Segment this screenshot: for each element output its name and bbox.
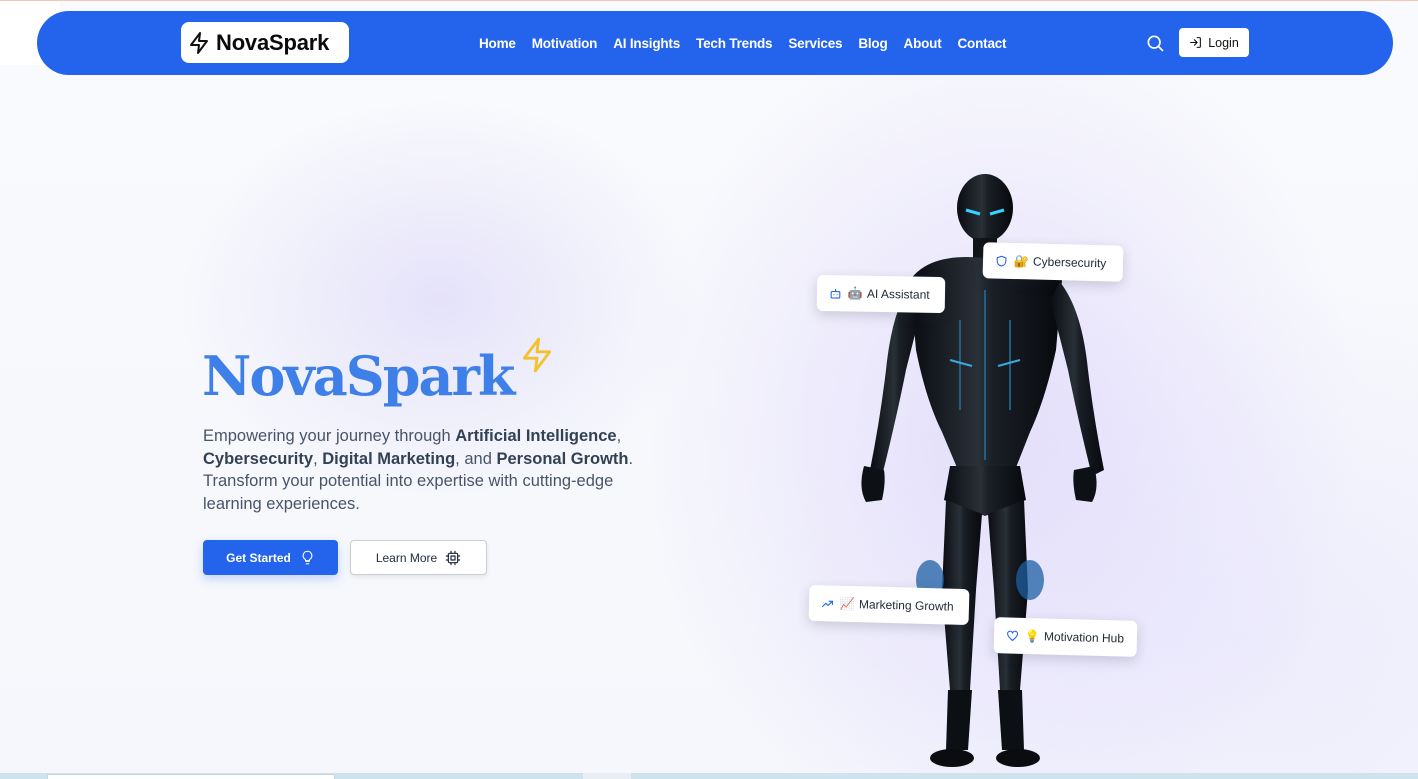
lightbulb-icon — [302, 550, 313, 565]
get-started-button[interactable]: Get Started — [203, 540, 338, 575]
login-label: Login — [1208, 35, 1239, 50]
tag-label: AI Assistant — [866, 286, 930, 302]
desc-highlight-ai: Artificial Intelligence — [455, 427, 617, 445]
login-button[interactable]: Login — [1179, 28, 1249, 57]
get-started-label: Get Started — [226, 550, 291, 565]
tag-emoji: 📈 — [839, 596, 856, 612]
tag-label: Motivation Hub — [1043, 629, 1125, 646]
desc-highlight-cyber: Cybersecurity — [203, 449, 314, 468]
tag-label: Cybersecurity — [1032, 254, 1107, 271]
nav-contact[interactable]: Contact — [958, 36, 1007, 51]
tag-motivation-hub[interactable]: 💡 Motivation Hub — [993, 617, 1138, 657]
bottom-segment — [583, 773, 631, 779]
desc-text: , — [616, 427, 622, 445]
tag-ai-assistant[interactable]: 🤖 AI Assistant — [816, 274, 946, 314]
login-icon — [1190, 37, 1202, 48]
nav-home[interactable]: Home — [479, 36, 516, 51]
learn-more-button[interactable]: Learn More — [350, 540, 487, 575]
tag-label: Marketing Growth — [858, 597, 954, 614]
search-icon — [1147, 35, 1164, 52]
desc-text: , — [313, 449, 323, 468]
tag-cybersecurity[interactable]: 🔐 Cybersecurity — [982, 242, 1124, 282]
desc-text: Empowering your journey through — [203, 427, 456, 445]
bot-icon — [830, 288, 841, 299]
nav-ai-insights[interactable]: AI Insights — [613, 36, 680, 51]
lightning-icon — [522, 337, 552, 373]
nav-about[interactable]: About — [904, 36, 942, 51]
desc-highlight-growth: Personal Growth — [496, 449, 629, 468]
hero-title: NovaSpark — [202, 344, 515, 408]
navbar: NovaSpark Home Motivation AI Insights Te… — [37, 11, 1393, 75]
learn-more-label: Learn More — [375, 550, 438, 565]
tag-emoji: 💡 — [1024, 628, 1041, 644]
bottom-card-edge — [47, 774, 335, 779]
desc-text: , and — [455, 449, 497, 468]
tag-marketing-growth[interactable]: 📈 Marketing Growth — [808, 584, 970, 626]
logo-text: NovaSpark — [216, 29, 330, 55]
trending-up-icon — [822, 600, 834, 607]
nav-blog[interactable]: Blog — [858, 36, 887, 51]
logo[interactable]: NovaSpark — [181, 22, 349, 63]
top-border — [0, 0, 1418, 1]
tag-emoji: 🤖 — [847, 286, 864, 301]
hero-description: Empowering your journey through Artifici… — [203, 425, 653, 515]
nav-tech-trends[interactable]: Tech Trends — [696, 36, 773, 51]
heart-icon — [1007, 630, 1018, 641]
nav-services[interactable]: Services — [788, 36, 842, 51]
nav-links: Home Motivation AI Insights Tech Trends … — [479, 11, 1022, 75]
tag-emoji: 🔐 — [1013, 253, 1030, 269]
cpu-icon — [445, 550, 461, 565]
nav-motivation[interactable]: Motivation — [532, 36, 598, 51]
search-button[interactable] — [1145, 33, 1165, 53]
shield-icon — [996, 255, 1007, 267]
desc-highlight-marketing: Digital Marketing — [322, 449, 456, 468]
lightning-icon — [190, 31, 208, 54]
